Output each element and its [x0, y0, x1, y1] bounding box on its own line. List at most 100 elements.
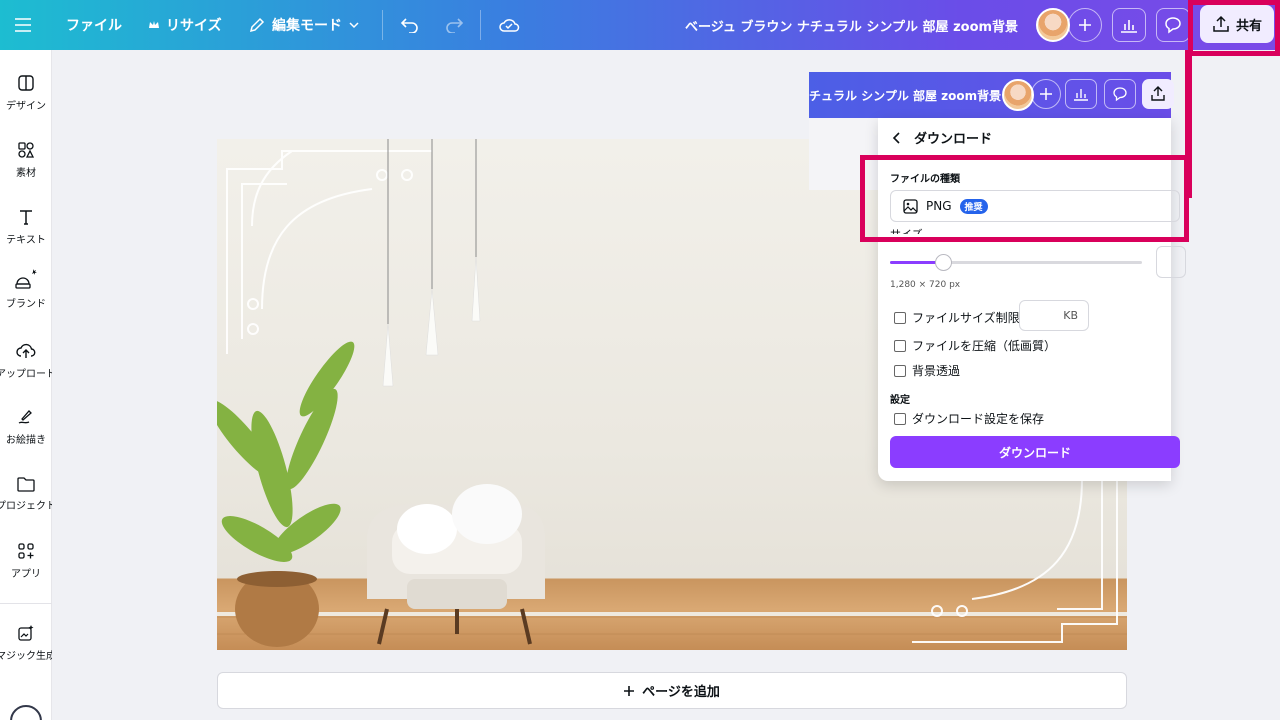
filesize-limit-input[interactable]: KB — [1019, 300, 1089, 331]
save-settings-checkbox[interactable] — [894, 412, 906, 425]
resize-label: リサイズ — [166, 18, 222, 34]
zoomed-doc-title: チュラル シンプル 部屋 zoom背景 — [809, 89, 1002, 103]
file-menu-button[interactable]: ファイル — [66, 0, 122, 50]
document-title-text: ベージュ ブラウン ナチュラル シンプル 部屋 zoom背景 — [685, 19, 1019, 35]
insights-button[interactable] — [1065, 79, 1097, 109]
size-label: サイズ — [890, 226, 923, 234]
toolbar-divider — [480, 10, 481, 40]
pencil-icon — [249, 17, 265, 33]
save-status-button[interactable] — [498, 0, 520, 50]
transparent-bg-label: 背景透過 — [912, 364, 961, 378]
recommended-badge: 推奨 — [959, 198, 988, 214]
share-button[interactable] — [1142, 79, 1174, 109]
redo-button[interactable] — [444, 0, 464, 50]
filesize-limit-label: ファイルサイズ制限 — [912, 311, 1020, 325]
insights-button[interactable] — [1112, 8, 1146, 42]
share-upload-icon — [1213, 15, 1229, 32]
text-icon — [20, 210, 32, 225]
download-panel-header[interactable]: ダウンロード — [892, 128, 992, 147]
save-settings-option[interactable]: ダウンロード設定を保存 — [894, 410, 1044, 427]
sidebar-more-icon[interactable] — [10, 705, 42, 720]
file-type-select[interactable]: PNG 推奨 — [890, 190, 1180, 222]
zoomed-toolbar: チュラル シンプル 部屋 zoom背景 — [809, 72, 1174, 118]
avatar — [1036, 8, 1070, 42]
download-button[interactable]: ダウンロード — [890, 436, 1180, 468]
sidebar-item-label: お絵描き — [6, 435, 46, 446]
chevron-down-icon — [349, 22, 359, 29]
transparent-bg-checkbox[interactable] — [894, 364, 906, 377]
sidebar-item-label: ブランド — [6, 299, 46, 310]
sidebar-item-label: 素材 — [16, 168, 36, 179]
add-page-label: ページを追加 — [642, 685, 720, 700]
resize-button[interactable]: リサイズ — [148, 0, 222, 50]
sidebar-item-design[interactable]: デザイン — [0, 74, 52, 112]
comment-button[interactable] — [1156, 8, 1190, 42]
add-collaborator-button[interactable] — [1031, 79, 1061, 109]
file-menu-label: ファイル — [66, 18, 122, 34]
compress-option[interactable]: ファイルを圧縮（低画質） — [894, 337, 1056, 354]
sidebar-item-label: マジック生成 — [0, 651, 52, 662]
cloud-check-icon — [499, 19, 520, 32]
comment-button[interactable] — [1104, 79, 1136, 109]
layout-icon — [18, 75, 34, 91]
image-icon — [903, 198, 918, 214]
magic-icon — [18, 625, 34, 641]
hamburger-icon — [15, 18, 31, 32]
sidebar-item-label: プロジェクト — [0, 501, 52, 512]
bar-chart-icon — [1121, 20, 1137, 33]
download-panel: ダウンロード ファイルの種類 PNG 推奨 サイズ 1,280 × 720 px… — [878, 118, 1186, 481]
toolbar-divider — [382, 10, 383, 40]
brand-icon — [15, 269, 37, 289]
undo-button[interactable] — [400, 0, 420, 50]
size-slider-thumb[interactable] — [934, 254, 952, 271]
comment-icon — [1113, 87, 1127, 102]
comment-icon — [1165, 17, 1181, 34]
share-button[interactable]: 共有 — [1200, 5, 1274, 43]
top-toolbar: ファイル リサイズ 編集モード ベージュ ブラウン ナチュラル シンプル 部屋 … — [0, 0, 1280, 50]
sidebar-item-apps[interactable]: アプリ — [0, 542, 52, 580]
avatar[interactable] — [1002, 79, 1034, 111]
add-collaborator-button[interactable] — [1068, 8, 1102, 42]
sidebar-item-text[interactable]: テキスト — [0, 208, 52, 246]
shapes-icon — [18, 142, 35, 158]
sidebar-divider — [0, 603, 52, 604]
sidebar-item-label: デザイン — [6, 101, 46, 112]
edit-mode-button[interactable]: 編集モード — [248, 0, 360, 50]
folder-icon — [17, 477, 35, 492]
apps-icon — [18, 543, 34, 559]
filesize-limit-option[interactable]: ファイルサイズ制限 — [894, 309, 1020, 326]
settings-label: 設定 — [890, 395, 910, 406]
document-title[interactable]: ベージュ ブラウン ナチュラル シンプル 部屋 zoom背景 — [685, 0, 1018, 50]
highlight-connector-line — [1185, 50, 1192, 198]
kb-unit: KB — [1063, 309, 1078, 322]
sidebar-item-label: テキスト — [6, 235, 46, 246]
plus-icon — [624, 685, 635, 696]
download-button-label: ダウンロード — [998, 445, 1071, 460]
collaborator-avatar[interactable] — [1036, 0, 1070, 50]
sidebar-item-brand[interactable]: ブランド — [0, 268, 52, 310]
filesize-limit-checkbox[interactable] — [894, 311, 906, 324]
chevron-left-icon[interactable] — [892, 131, 902, 144]
crown-icon — [149, 21, 159, 28]
transparent-bg-option[interactable]: 背景透過 — [894, 362, 960, 379]
sidebar-item-elements[interactable]: 素材 — [0, 141, 52, 179]
size-input[interactable] — [1156, 246, 1186, 278]
edit-mode-label: 編集モード — [272, 18, 342, 34]
download-panel-title: ダウンロード — [914, 132, 993, 147]
sidebar-item-draw[interactable]: お絵描き — [0, 408, 52, 446]
plus-icon — [1040, 88, 1052, 100]
share-label: 共有 — [1235, 18, 1262, 34]
compress-checkbox[interactable] — [894, 339, 906, 352]
sidebar-item-uploads[interactable]: アップロード — [0, 342, 52, 380]
sidebar-item-magic-media[interactable]: マジック生成 — [0, 624, 52, 662]
left-sidebar: デザイン 素材 テキスト ブランド アップロード お絵描き プロジェクト アプリ… — [0, 50, 52, 720]
share-upload-icon — [1151, 86, 1165, 101]
sidebar-item-label: アプリ — [11, 569, 41, 580]
sidebar-item-projects[interactable]: プロジェクト — [0, 476, 52, 512]
sidebar-item-label: アップロード — [0, 369, 52, 380]
add-page-button[interactable]: ページを追加 — [217, 672, 1127, 709]
size-slider[interactable] — [890, 254, 1142, 271]
bar-chart-icon — [1074, 89, 1088, 101]
menu-button[interactable] — [14, 0, 32, 50]
upload-cloud-icon — [16, 343, 36, 358]
